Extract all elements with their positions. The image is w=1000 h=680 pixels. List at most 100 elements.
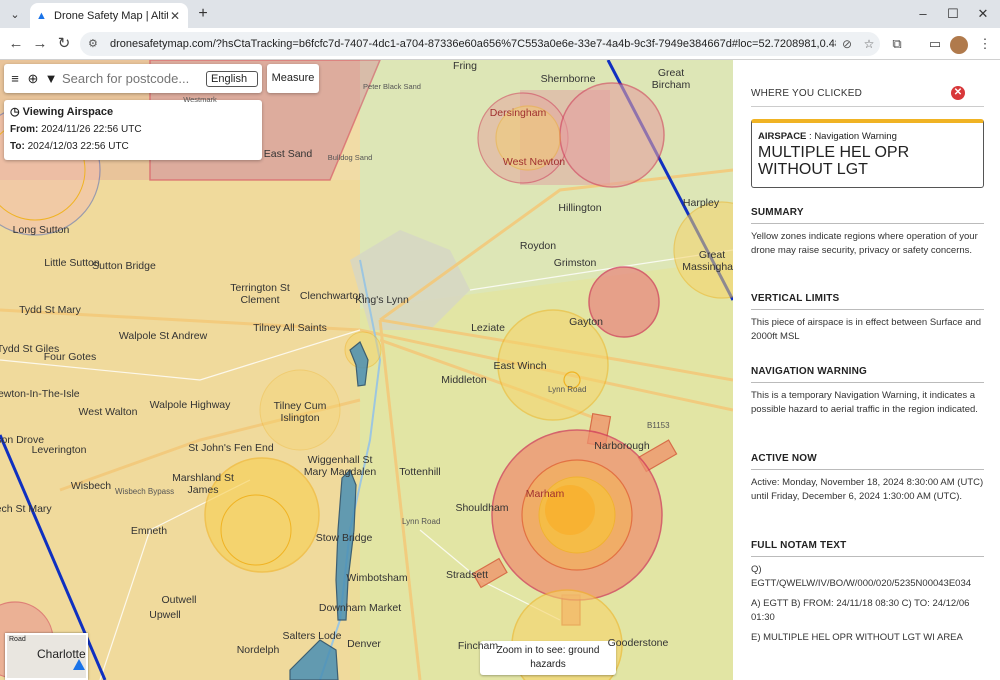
details-panel: WHERE YOU CLICKED ✕ AIRSPACE : Navigatio… [733, 60, 1000, 680]
from-row: From: 2024/11/26 22:56 UTC [10, 121, 256, 138]
place-label: Dersingham [489, 107, 547, 119]
place-label: King's Lynn [355, 294, 409, 306]
profile-avatar[interactable] [950, 36, 968, 54]
subcategory-label: Navigation Warning [814, 131, 897, 142]
filter-icon[interactable]: ▼ [44, 71, 58, 86]
place-label: West Newton [502, 156, 566, 168]
close-window-icon[interactable]: ✕ [968, 4, 998, 24]
from-label: From: [10, 124, 39, 135]
extensions-icon[interactable]: ⧉ [888, 35, 906, 53]
close-panel-icon[interactable]: ✕ [951, 86, 965, 100]
navwarn-text: This is a temporary Navigation Warning, … [751, 390, 978, 415]
measure-button[interactable]: Measure [267, 64, 319, 93]
locate-icon[interactable]: ⊕ [26, 71, 40, 87]
notam-section: FULL NOTAM TEXT Q) EGTT/QWELW/IV/BO/W/00… [751, 540, 984, 645]
from-value[interactable]: 2024/11/26 22:56 UTC [41, 124, 141, 135]
address-bar[interactable]: ⚙ dronesafetymap.com/?hsCtaTracking=b6fc… [80, 32, 880, 56]
place-label: Shernborne [540, 73, 596, 85]
place-label: Long Sutton [12, 224, 70, 236]
place-label: Four Gotes [43, 351, 97, 363]
navigation-warning-section: NAVIGATION WARNING This is a temporary N… [751, 366, 984, 417]
maximize-icon[interactable]: ☐ [938, 4, 968, 24]
notam-e: E) MULTIPLE HEL OPR WITHOUT LGT WI AREA [751, 632, 963, 643]
reload-icon[interactable]: ↻ [54, 34, 74, 54]
place-label: Gayton [569, 316, 603, 328]
place-label: Narborough [594, 440, 650, 452]
tab-search-icon[interactable]: ⌄ [6, 5, 24, 23]
place-label: Newton-In-The-Isle [0, 388, 80, 400]
place-label: Grimston [553, 257, 597, 269]
panel-divider [751, 106, 984, 107]
place-label: West Walton [78, 406, 138, 418]
site-info-icon[interactable]: ⚙ [88, 37, 102, 51]
to-value[interactable]: 2024/12/03 22:56 UTC [28, 141, 129, 152]
tracking-protection-icon[interactable]: ⊘ [836, 37, 858, 51]
place-label: Upwell [149, 609, 181, 621]
road-label: B1153 [647, 421, 670, 430]
airspace-name: MULTIPLE HEL OPR WITHOUT LGT [758, 144, 910, 178]
road-label: Lynn Road [548, 385, 587, 394]
place-label: Wimbotsham [346, 572, 408, 584]
place-label: Bulldog Sand [327, 153, 373, 162]
place-label: Peter Black Sand [363, 82, 421, 91]
place-label: Downham Market [318, 602, 402, 614]
road-label: Wisbech Bypass [115, 487, 175, 496]
summary-section: SUMMARY Yellow zones indicate regions wh… [751, 207, 984, 258]
basemap-switcher[interactable]: Road Charlotte [5, 633, 88, 680]
place-label: Nordelph [236, 644, 280, 656]
place-label: Marham [525, 488, 565, 500]
postcode-search-input[interactable] [62, 71, 202, 86]
place-label: Roydon [519, 240, 557, 252]
place-label: Salters Lode [282, 630, 342, 642]
airspace-category: AIRSPACE : Navigation Warning [758, 131, 897, 142]
url-text: dronesafetymap.com/?hsCtaTracking=b6fcfc… [110, 38, 836, 50]
active-title: ACTIVE NOW [751, 453, 984, 470]
place-label: Middleton [441, 374, 487, 386]
site-favicon-icon: ▲ [36, 9, 47, 22]
minimize-icon[interactable]: – [908, 4, 938, 24]
tab-drone-map[interactable]: ▲ Drone Safety Map | Altitude Ang ✕ [30, 3, 188, 28]
bookmark-star-icon[interactable]: ☆ [858, 37, 880, 51]
basemap-label: Road [9, 636, 26, 643]
place-label: Stradsett [445, 569, 489, 581]
notam-title: FULL NOTAM TEXT [751, 540, 984, 557]
forward-icon[interactable]: → [30, 34, 50, 54]
place-label: Tottenhill [399, 466, 441, 478]
language-select[interactable]: English [206, 70, 258, 87]
place-label: Wiggenhall St Mary Magdalen [303, 454, 377, 478]
tab-title: Drone Safety Map | Altitude Ang [54, 9, 168, 22]
map-view[interactable]: ≡ ⊕ ▼ English Measure ◷ Viewing Airspace… [0, 60, 733, 680]
place-label: Leziate [471, 322, 505, 334]
menu-icon[interactable]: ≡ [8, 71, 22, 86]
to-label: To: [10, 141, 25, 152]
summary-text: Yellow zones indicate regions where oper… [751, 231, 978, 256]
place-label: Terrington St Clement [230, 282, 290, 306]
place-label: Denver [347, 638, 381, 650]
place-label: Stow Bridge [315, 532, 373, 544]
viewing-airspace-box: ◷ Viewing Airspace From: 2024/11/26 22:5… [4, 100, 262, 160]
place-label: Fincham [457, 640, 499, 652]
viewing-title: Viewing Airspace [22, 106, 114, 118]
place-label: East Winch [493, 360, 547, 372]
browser-toolbar: ← → ↻ ⚙ dronesafetymap.com/?hsCtaTrackin… [0, 28, 1000, 60]
vertical-text: This piece of airspace is in effect betw… [751, 317, 982, 342]
road-label: Lynn Road [402, 517, 441, 526]
close-tab-icon[interactable]: ✕ [168, 9, 182, 23]
place-label: Shouldham [455, 502, 509, 514]
category-label: AIRSPACE [758, 131, 807, 142]
cast-icon[interactable]: ▭ [926, 35, 944, 53]
place-label: Hillington [558, 202, 602, 214]
back-icon[interactable]: ← [6, 34, 26, 54]
tab-bar: ⌄ ▲ Drone Safety Map | Altitude Ang ✕ + … [0, 0, 1000, 28]
place-label: Tydd St Mary [19, 304, 81, 316]
clock-icon: ◷ [10, 106, 20, 118]
place-label: Westmark [183, 95, 217, 104]
place-label: St John's Fen End [188, 442, 274, 454]
menu-dots-icon[interactable]: ⋮ [976, 35, 994, 53]
place-label: Sutton Bridge [92, 260, 156, 272]
place-label: Tilney All Saints [253, 322, 327, 334]
place-label: Great Massingham [682, 249, 733, 273]
notam-a: A) EGTT B) FROM: 24/11/18 08:30 C) TO: 2… [751, 598, 970, 623]
new-tab-icon[interactable]: + [194, 5, 212, 23]
airspace-card: AIRSPACE : Navigation Warning MULTIPLE H… [751, 119, 984, 188]
